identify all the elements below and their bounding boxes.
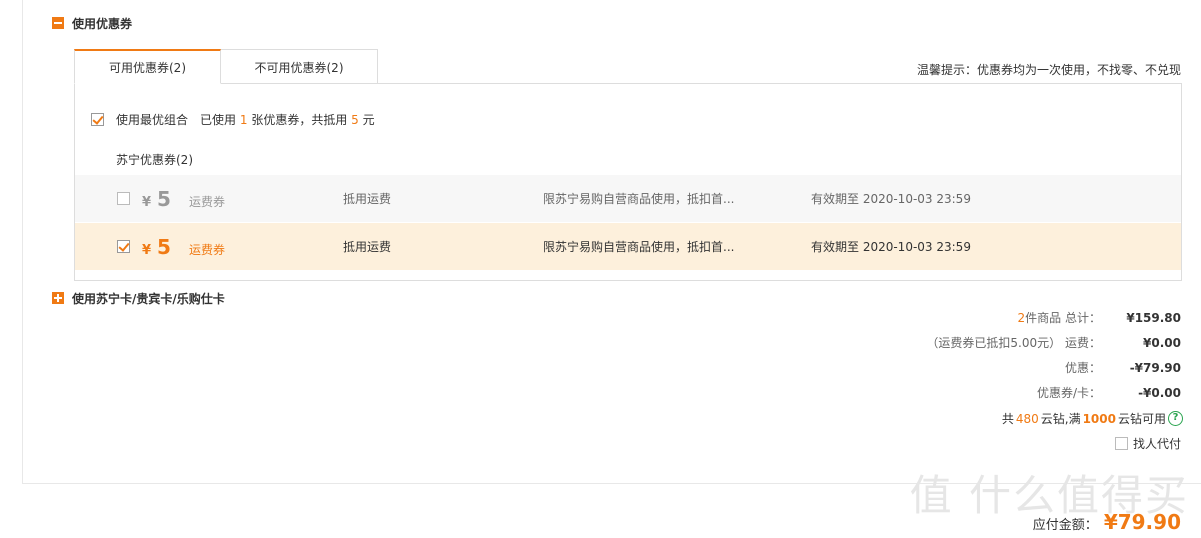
tab-unavailable-coupons[interactable]: 不可用优惠券(2) — [221, 49, 378, 84]
best-combo-row: 使用最优组合 已使用 1 张优惠券，共抵用 5 元 — [91, 111, 375, 128]
expand-icon[interactable] — [52, 292, 64, 304]
card-section-title: 使用苏宁卡/贵宾卡/乐购仕卡 — [72, 291, 225, 306]
payable-value: ¥79.90 — [1103, 510, 1181, 534]
summary-discount-row: 优惠： -¥79.90 — [781, 356, 1181, 381]
coupon-expiry: 有效期至 2020-10-03 23:59 — [811, 240, 971, 254]
coupon-group-label: 苏宁优惠券(2) — [116, 153, 193, 167]
coupon-hint: 温馨提示：优惠券均为一次使用，不找零、不兑现 — [916, 63, 1181, 77]
discount-value: -¥79.90 — [1129, 361, 1181, 375]
order-summary: 2件商品 总计： ¥159.80 （运费券已抵扣5.00元） 运费： ¥0.00… — [781, 306, 1181, 406]
coupon-limit: 限苏宁易购自营商品使用，抵扣首... — [543, 240, 735, 254]
coupon-checkbox[interactable] — [117, 240, 130, 253]
coupon-panel: 使用最优组合 已使用 1 张优惠券，共抵用 5 元 苏宁优惠券(2) ¥ 5 运… — [74, 83, 1182, 281]
tab-available-coupons[interactable]: 可用优惠券(2) — [74, 49, 221, 84]
best-combo-checkbox[interactable] — [91, 113, 104, 126]
coupon-amount: ¥ 5 运费券 — [142, 186, 225, 211]
shipping-value: ¥0.00 — [1143, 336, 1181, 350]
best-combo-summary: 已使用 1 张优惠券，共抵用 5 元 — [200, 113, 375, 127]
shipping-note: （运费券已抵扣5.00元） — [926, 336, 1062, 350]
best-combo-label: 使用最优组合 — [116, 113, 189, 127]
summary-coupon-row: 优惠券/卡： -¥0.00 — [781, 381, 1181, 406]
coupon-checkbox[interactable] — [117, 192, 130, 205]
proxy-pay-label: 找人代付 — [1132, 437, 1181, 451]
coupon-use: 抵用运费 — [343, 192, 392, 206]
coupon-limit: 限苏宁易购自营商品使用，抵扣首... — [543, 192, 735, 206]
question-circle-icon[interactable]: ? — [1168, 411, 1183, 426]
used-amount: 5 — [351, 113, 359, 127]
used-count: 1 — [239, 113, 248, 127]
total-value: ¥159.80 — [1126, 311, 1181, 325]
coupon-value: -¥0.00 — [1138, 386, 1181, 400]
coupon-use: 抵用运费 — [343, 240, 392, 254]
summary-shipping-row: （运费券已抵扣5.00元） 运费： ¥0.00 — [781, 331, 1181, 356]
cloud-diamond-info: 共 480 云钻,满 1000 云钻可用 ? — [1002, 410, 1183, 427]
coupon-type: 运费券 — [188, 194, 225, 209]
diamond-threshold: 1000 — [1082, 411, 1116, 426]
proxy-pay-checkbox[interactable] — [1114, 437, 1128, 450]
card-section-header[interactable]: 使用苏宁卡/贵宾卡/乐购仕卡 — [52, 291, 225, 306]
collapse-icon[interactable] — [52, 17, 64, 29]
coupon-section-title: 使用优惠券 — [72, 16, 133, 31]
diamond-count: 480 — [1015, 411, 1039, 426]
coupon-row[interactable]: ¥ 5 运费券 抵用运费 限苏宁易购自营商品使用，抵扣首... 有效期至 202… — [75, 175, 1181, 222]
coupon-section-header[interactable]: 使用优惠券 — [52, 16, 133, 31]
summary-total-row: 2件商品 总计： ¥159.80 — [781, 306, 1181, 331]
payable-amount: 应付金额： ¥79.90 — [1032, 510, 1181, 534]
coupon-amount: ¥ 5 运费券 — [142, 234, 225, 259]
coupon-tabs: 可用优惠券(2) 不可用优惠券(2) — [74, 49, 378, 84]
coupon-type: 运费券 — [188, 242, 225, 257]
coupon-expiry: 有效期至 2020-10-03 23:59 — [811, 192, 971, 206]
proxy-pay[interactable]: 找人代付 — [1114, 435, 1181, 452]
coupon-row[interactable]: ¥ 5 运费券 抵用运费 限苏宁易购自营商品使用，抵扣首... 有效期至 202… — [75, 223, 1181, 270]
